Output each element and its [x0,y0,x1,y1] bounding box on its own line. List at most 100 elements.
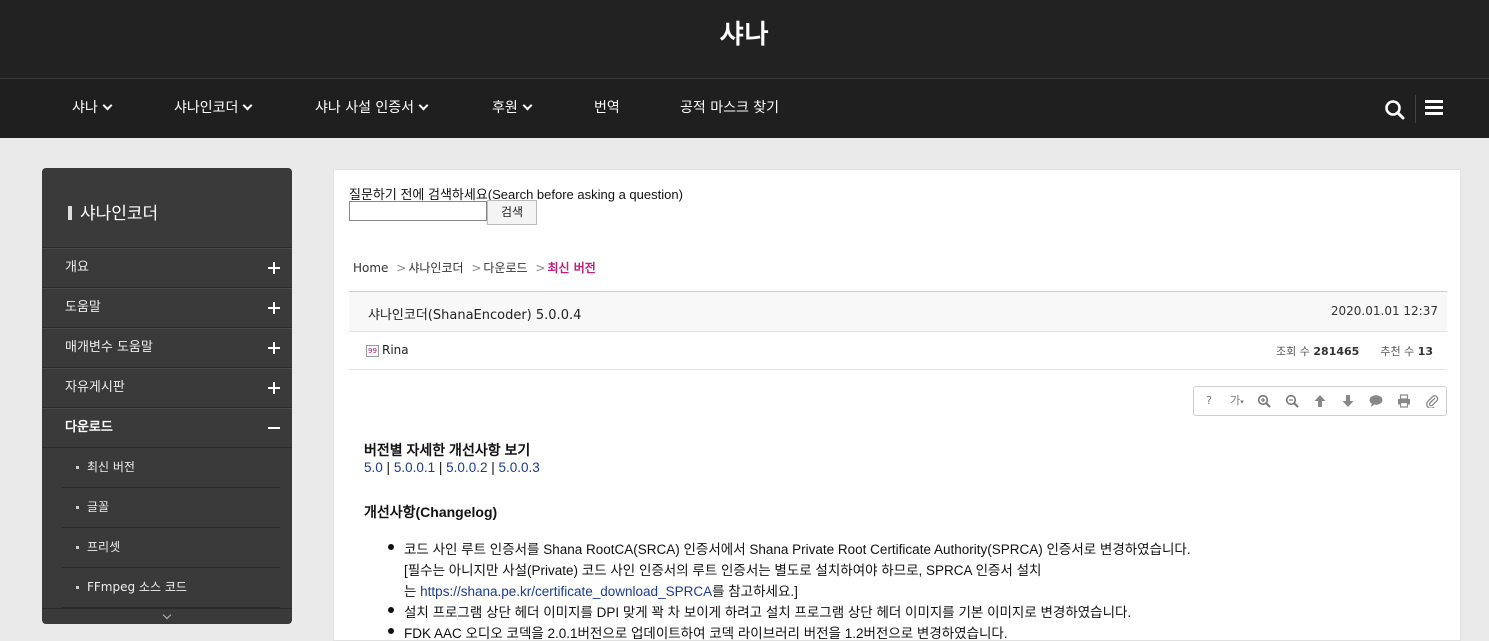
changelog-text: 는 [404,584,421,599]
version-link[interactable]: 5.0.0.1 [394,460,435,475]
bullet-icon [76,506,79,509]
minus-icon[interactable] [268,427,280,429]
sidebar-subitem-label: 최신 버전 [87,460,135,474]
site-header: 샤나 [0,0,1489,78]
version-link[interactable]: 5.0.0.2 [446,460,487,475]
sidebar-subitem-label: FFmpeg 소스 코드 [87,580,187,594]
nav-item-private-cert[interactable]: 샤나 사설 인증서 [315,79,429,139]
arrow-up-icon[interactable] [1313,394,1327,408]
bullet-icon [388,607,394,613]
changelog-text: [필수는 아니지만 사설(Private) 코드 사인 인증서의 루트 인증서는… [404,563,1042,578]
sidebar-item-download[interactable]: 다운로드 [42,408,292,448]
nav-item-translate[interactable]: 번역 [594,79,620,139]
votes-count: 13 [1417,345,1433,358]
nav-item-shana[interactable]: 샤나 [72,79,113,139]
print-icon[interactable] [1397,394,1411,408]
sidebar-scroll-more[interactable] [42,608,292,624]
views-count: 281465 [1313,345,1360,358]
nav-item-label: 후원 [492,100,518,116]
plus-icon[interactable] [268,302,280,314]
link-separator: | [438,460,443,475]
views-label: 조회 수 [1276,345,1310,358]
breadcrumb-item[interactable]: 다운로드 [483,261,527,275]
sidebar-item-label: 도움말 [65,300,101,315]
zoom-in-icon[interactable] [1257,394,1271,408]
chevron-down-icon [418,100,429,111]
zoom-out-icon[interactable] [1285,394,1299,408]
author-avatar-icon: 99 [366,345,379,357]
link-separator: | [386,460,391,475]
breadcrumb-home[interactable]: Home [353,261,388,275]
bullet-icon [388,628,394,634]
changelog-item: FDK AAC 오디오 코덱을 2.0.1버전으로 업데이트하여 코덱 라이브러… [388,622,1008,641]
font-size-icon[interactable]: 가▾ [1224,394,1250,408]
nav-item-donate[interactable]: 후원 [492,79,533,139]
changelog-item-continued: [필수는 아니지만 사설(Private) 코드 사인 인증서의 루트 인증서는… [404,559,1041,579]
sidebar-title: 샤나인코더 [42,168,292,248]
breadcrumb: Home > 샤나인코더 > 다운로드 > 최신 버전 [353,259,600,276]
site-title[interactable]: 샤나 [0,14,1489,51]
changelog-text: FDK AAC 오디오 코덱을 2.0.1버전으로 업데이트하여 코덱 라이브러… [404,626,1008,641]
post-stats: 조회 수 281465 추천 수 13 [1276,343,1433,359]
changelog-item: 설치 프로그램 상단 헤더 이미지를 DPI 맞게 꽉 차 보이게 하려고 설치… [388,601,1131,621]
sidebar-item-label: 자유게시판 [65,380,125,395]
sidebar-subitem-label: 프리셋 [87,540,121,554]
nav-item-mask-finder[interactable]: 공적 마스크 찾기 [680,79,779,139]
nav-item-label: 샤나인코더 [174,100,239,116]
post-date: 2020.01.01 12:37 [1330,304,1438,318]
post-author[interactable]: Rina [382,343,409,357]
versions-heading: 버전별 자세한 개선사항 보기 [364,442,531,458]
sidebar-subitem-label: 글꼴 [87,500,110,514]
search-icon[interactable] [1384,99,1406,121]
bullet-icon [76,586,79,589]
post-toolbar: ? 가▾ [1193,386,1447,416]
nav-item-label: 번역 [594,100,620,116]
sidebar-item-overview[interactable]: 개요 [42,248,292,288]
sidebar-item-help[interactable]: 도움말 [42,288,292,328]
help-icon[interactable]: ? [1202,394,1216,408]
votes-label: 추천 수 [1380,345,1415,358]
post-header: 샤나인코더(ShanaEncoder) 5.0.0.4 2020.01.01 1… [349,291,1447,332]
plus-icon[interactable] [268,262,280,274]
breadcrumb-separator: > [396,261,407,275]
version-link[interactable]: 5.0.0.3 [499,460,540,475]
sidebar-subitem-fonts[interactable]: 글꼴 [62,488,280,528]
sidebar-subitem-latest[interactable]: 최신 버전 [62,448,280,488]
chevron-down-icon [242,100,253,111]
post-title[interactable]: 샤나인코더(ShanaEncoder) 5.0.0.4 [368,304,581,323]
nav-divider [1415,95,1416,123]
main-content: 질문하기 전에 검색하세요(Search before asking a que… [333,169,1461,641]
breadcrumb-item[interactable]: 샤나인코더 [408,261,463,275]
attachment-icon[interactable] [1425,394,1439,410]
nav-item-shanaencoder[interactable]: 샤나인코더 [174,79,253,139]
nav-item-label: 샤나 [72,100,98,116]
arrow-down-icon[interactable] [1341,394,1355,408]
search-input[interactable] [349,201,487,221]
sidebar: 샤나인코더 개요 도움말 매개변수 도움말 자유게시판 다운로드 최신 버전 글… [42,168,292,624]
sidebar-subitem-ffmpeg-source[interactable]: FFmpeg 소스 코드 [62,568,280,608]
sidebar-item-parameter-help[interactable]: 매개변수 도움말 [42,328,292,368]
plus-icon[interactable] [268,342,280,354]
changelog-text: 코드 사인 루트 인증서를 Shana RootCA(SRCA) 인증서에서 S… [404,542,1191,557]
changelog-heading: 개선사항(Changelog) [364,504,498,520]
sidebar-title-label: 샤나인코더 [80,204,159,224]
hamburger-menu-icon[interactable] [1425,100,1443,118]
post-meta: 99 Rina 조회 수 281465 추천 수 13 [349,332,1447,370]
sidebar-item-label: 다운로드 [65,420,113,435]
search-button[interactable]: 검색 [487,200,537,225]
sidebar-item-free-board[interactable]: 자유게시판 [42,368,292,408]
sidebar-item-label: 개요 [65,260,89,275]
plus-icon[interactable] [268,382,280,394]
version-link[interactable]: 5.0 [364,460,383,475]
chevron-down-icon [162,610,172,620]
changelog-item-continued: 는 https://shana.pe.kr/certificate_downlo… [404,580,798,600]
changelog-item: 코드 사인 루트 인증서를 Shana RootCA(SRCA) 인증서에서 S… [388,538,1191,558]
breadcrumb-separator: > [535,261,546,275]
comment-icon[interactable] [1369,394,1383,408]
sidebar-subitem-presets[interactable]: 프리셋 [62,528,280,568]
chevron-down-icon [102,100,113,111]
certificate-download-link[interactable]: https://shana.pe.kr/certificate_download… [420,584,712,599]
font-size-label: 가 [1230,394,1241,407]
breadcrumb-current[interactable]: 최신 버전 [547,261,595,275]
main-nav: 샤나 샤나인코더 샤나 사설 인증서 후원 번역 공적 마스크 찾기 [0,78,1489,138]
